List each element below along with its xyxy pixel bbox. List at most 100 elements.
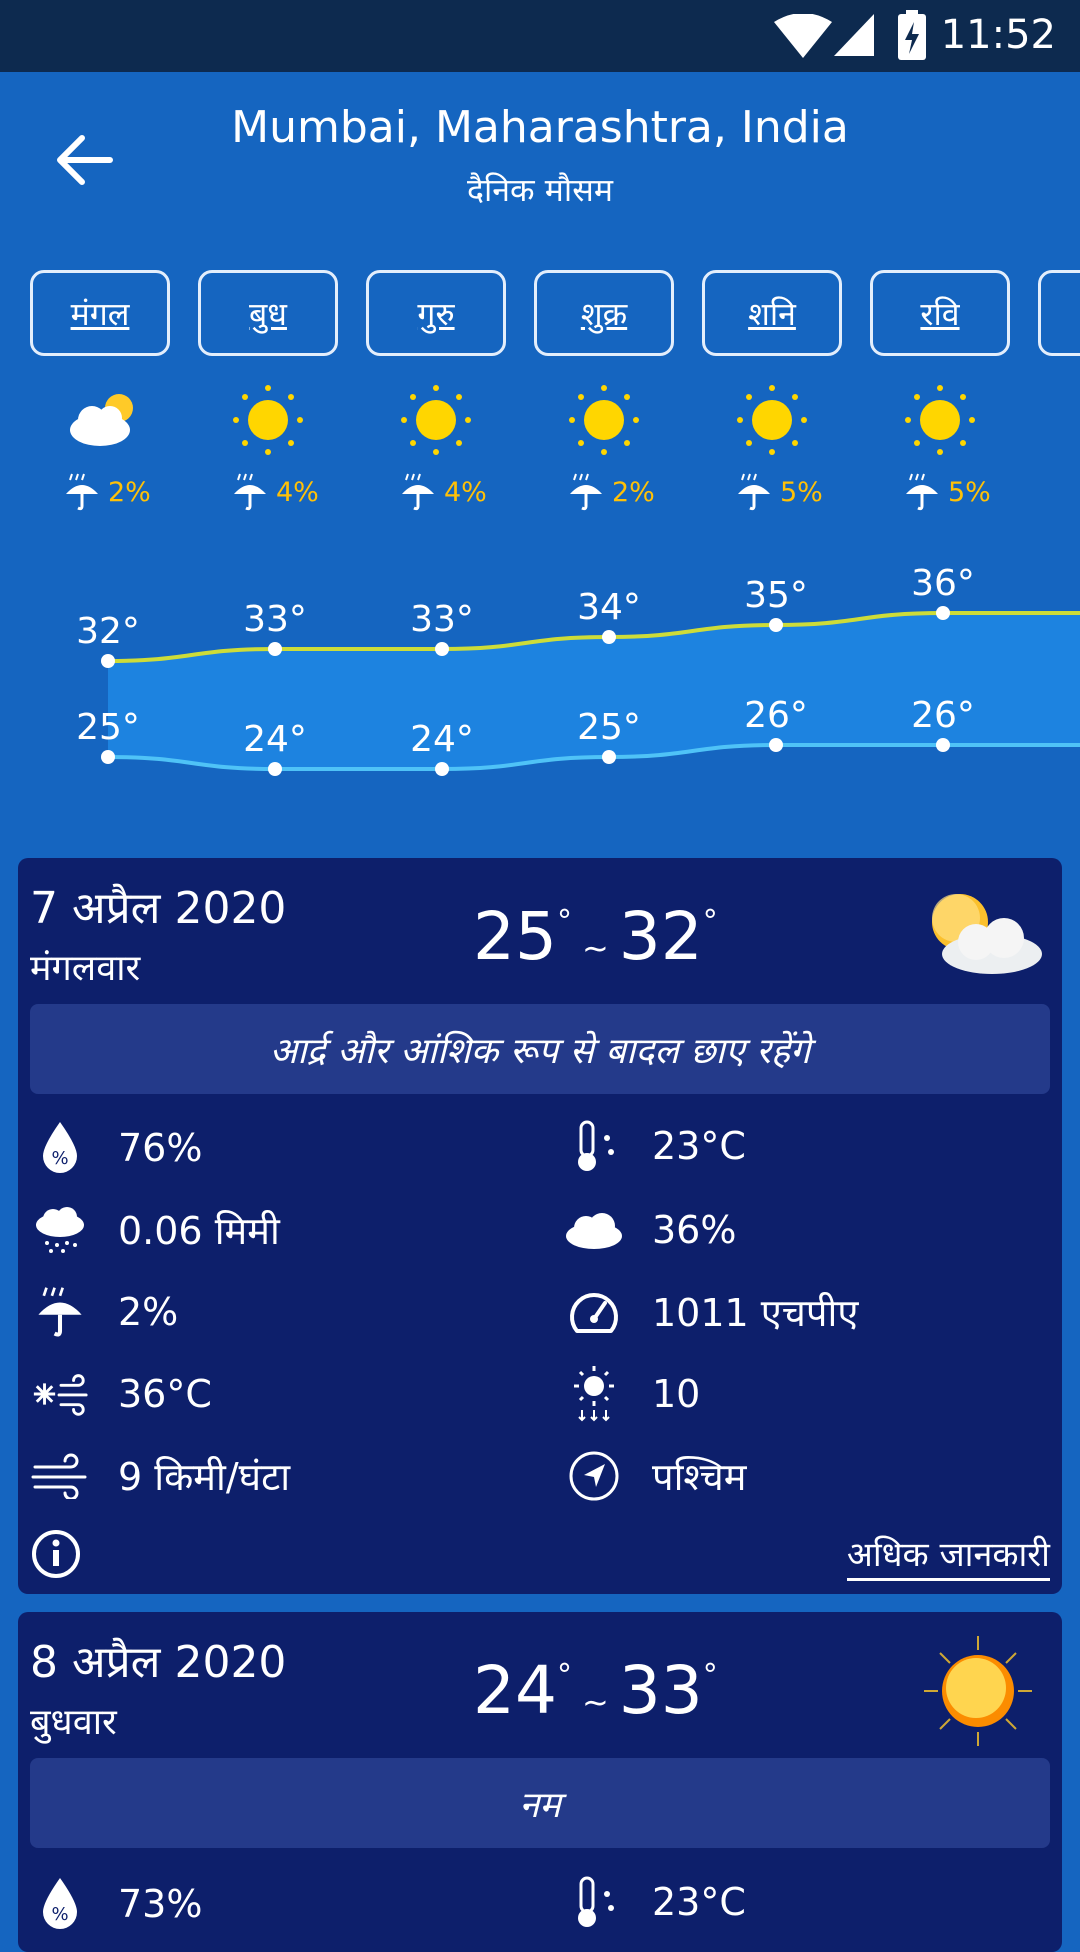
- sun-icon: [924, 1636, 1032, 1746]
- day-tab[interactable]: गुरु: [366, 270, 506, 356]
- rain-value: 0.06 मिमी: [118, 1209, 280, 1253]
- card-weekday: मंगलवार: [30, 948, 141, 989]
- daily-detail-card: 7 अप्रैल 2020 मंगलवार 25°~ 32° आर्द्र और …: [18, 858, 1062, 1594]
- card-date: 7 अप्रैल 2020: [30, 883, 287, 934]
- degree-symbol: °: [556, 1658, 572, 1693]
- svg-text:%: %: [51, 1904, 68, 1925]
- umbrella-icon: [38, 1287, 82, 1337]
- high-temp-label: 33°: [243, 599, 307, 640]
- pressure-value: 1011 एचपीए: [652, 1291, 859, 1335]
- svg-text:%: %: [51, 1148, 68, 1169]
- degree-symbol: °: [556, 904, 572, 939]
- high-temp-label: 32°: [76, 611, 140, 652]
- high-temp-label: 34°: [577, 587, 641, 628]
- tilde: ~: [581, 929, 609, 967]
- precip-chance: 5%: [902, 472, 991, 512]
- day-tab[interactable]: बुध: [198, 270, 338, 356]
- precip-value: 5%: [948, 476, 991, 508]
- high-temp-point: [435, 642, 449, 656]
- partly-cloudy-icon: [70, 394, 133, 446]
- humidity-row: % 73%: [30, 1874, 202, 1934]
- humidity-row: % 76%: [30, 1118, 202, 1178]
- precip-chance-value: 2%: [118, 1290, 179, 1334]
- feels-like-wind-icon: [33, 1374, 88, 1416]
- card-weekday: बुधवार: [30, 1702, 117, 1743]
- precip-value: 2%: [108, 476, 151, 508]
- low-temp-point: [268, 762, 282, 776]
- day-forecast-icons: 2% 4% 4% 2% 5% 5%: [0, 380, 1080, 520]
- sun-icon: [401, 385, 471, 455]
- temp-max: 32: [618, 898, 703, 975]
- low-temp-label: 26°: [911, 695, 975, 736]
- day-tab[interactable]: शनि: [702, 270, 842, 356]
- sun-icon: [233, 385, 303, 455]
- uv-sun-icon: [574, 1366, 614, 1422]
- uv-index-value: 10: [652, 1372, 701, 1416]
- sun-icon: [905, 385, 975, 455]
- low-temp-label: 25°: [577, 707, 641, 748]
- rain-cloud-icon: [36, 1207, 84, 1253]
- info-icon[interactable]: [30, 1528, 82, 1580]
- partly-cloudy-icon: [932, 894, 1042, 974]
- status-bar: 11:52: [0, 0, 1080, 72]
- high-temp-label: 36°: [911, 563, 975, 604]
- compass-direction-icon: [569, 1451, 619, 1501]
- sun-icon: [737, 385, 807, 455]
- temperature-chart: 32° 33° 33° 34° 35° 36° 25° 24° 24° 25° 26° 26°: [76, 563, 1080, 776]
- more-info-link[interactable]: अधिक जानकारी: [846, 1530, 1050, 1581]
- wind-speed-row: 9 किमी/घंटा: [30, 1446, 290, 1506]
- uv-index-row: 10: [564, 1364, 700, 1424]
- wind-speed-value: 9 किमी/घंटा: [118, 1455, 291, 1499]
- dew-point-value: 23°C: [652, 1880, 746, 1924]
- wifi-icon: [774, 14, 832, 58]
- cloud-cover-row: 36%: [564, 1200, 736, 1260]
- signal-icon: [834, 14, 874, 56]
- status-time: 11:52: [940, 12, 1056, 58]
- degree-symbol: °: [702, 1658, 718, 1693]
- high-temp-label: 35°: [744, 575, 808, 616]
- low-temp-label: 24°: [243, 719, 307, 760]
- sun-icon: [569, 385, 639, 455]
- umbrella-icon: [906, 473, 938, 511]
- high-temp-point: [101, 654, 115, 668]
- day-tab[interactable]: मंगल: [30, 270, 170, 356]
- feels-like-value: 36°C: [118, 1372, 212, 1416]
- day-tab-partial[interactable]: [1038, 270, 1080, 356]
- low-temp-point: [769, 738, 783, 752]
- humidity-drop-icon: %: [43, 1122, 77, 1173]
- wind-direction-row: पश्चिम: [564, 1446, 746, 1506]
- thermometer-icon: [578, 1876, 614, 1927]
- wind-icon: [31, 1453, 87, 1499]
- weather-description: आर्द्र और आंशिक रूप से बादल छाए रहेंगे: [30, 1004, 1050, 1094]
- day-tab[interactable]: शुक्र: [534, 270, 674, 356]
- umbrella-icon: [66, 473, 98, 511]
- temp-min: 24: [473, 1652, 557, 1729]
- day-tab[interactable]: रवि: [870, 270, 1010, 356]
- low-temp-label: 25°: [76, 707, 140, 748]
- umbrella-icon: [402, 473, 434, 511]
- location-title: Mumbai, Maharashtra, India: [231, 102, 849, 153]
- precip-value: 4%: [444, 476, 487, 508]
- degree-symbol: °: [702, 904, 718, 939]
- humidity-drop-icon: %: [43, 1878, 77, 1929]
- low-temp-label: 26°: [744, 695, 808, 736]
- thermometer-icon: [578, 1120, 614, 1171]
- umbrella-icon: [234, 473, 266, 511]
- low-temp-point: [435, 762, 449, 776]
- battery-charging-icon: [898, 10, 926, 60]
- precip-chance: 4%: [398, 472, 487, 512]
- precip-chance: 2%: [566, 472, 655, 512]
- high-temp-point: [936, 606, 950, 620]
- humidity-value: 76%: [118, 1126, 203, 1170]
- precip-chance: 5%: [734, 472, 823, 512]
- rain-row: 0.06 मिमी: [30, 1200, 280, 1260]
- header: Mumbai, Maharashtra, India दैनिक मौसम: [0, 72, 1080, 252]
- pressure-row: 1011 एचपीए: [564, 1282, 858, 1342]
- card-temp-range: 24°~ 33°: [473, 1652, 718, 1729]
- precip-value: 5%: [780, 476, 823, 508]
- wind-direction-value: पश्चिम: [652, 1455, 747, 1499]
- dew-point-row: 23°C: [564, 1872, 746, 1932]
- precip-chance: 2%: [62, 472, 151, 512]
- pressure-gauge-icon: [570, 1293, 618, 1333]
- high-temp-point: [602, 630, 616, 644]
